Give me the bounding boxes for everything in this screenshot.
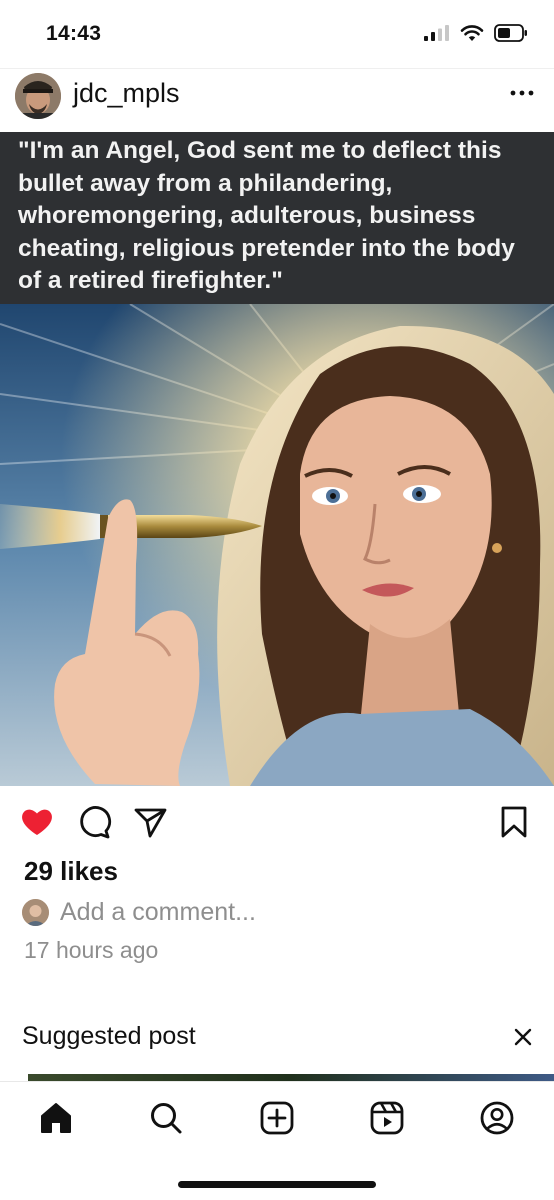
create-icon[interactable] [258, 1099, 296, 1137]
viewer-avatar [22, 898, 49, 926]
search-icon[interactable] [147, 1099, 185, 1137]
more-horizontal-icon[interactable] [508, 83, 536, 103]
status-icons [424, 24, 528, 42]
caption-band: "I'm an Angel, God sent me to deflect th… [0, 132, 554, 304]
status-time: 14:43 [46, 22, 102, 45]
signal-icon [424, 25, 449, 41]
heart-filled-icon[interactable] [19, 804, 55, 840]
comment-input[interactable]: Add a comment... [60, 898, 256, 927]
angel-illustration [0, 304, 554, 786]
post-actions [0, 800, 554, 844]
send-icon[interactable] [132, 804, 168, 840]
profile-icon[interactable] [478, 1099, 516, 1137]
suggested-post-label: Suggested post [22, 1022, 196, 1050]
battery-icon [494, 24, 527, 42]
add-comment-row[interactable]: Add a comment... [22, 896, 256, 928]
wifi-icon [460, 25, 484, 41]
suggested-post-preview[interactable] [28, 1074, 554, 1081]
post-image[interactable]: "I'm an Angel, God sent me to deflect th… [0, 132, 554, 786]
post-username[interactable]: jdc_mpls [73, 78, 180, 109]
reels-icon[interactable] [368, 1099, 406, 1137]
comment-icon[interactable] [76, 804, 112, 840]
tab-bar [0, 1081, 554, 1200]
home-icon[interactable] [37, 1099, 75, 1137]
home-indicator [178, 1181, 376, 1188]
avatar[interactable] [15, 73, 61, 119]
status-bar: 14:43 [0, 0, 554, 64]
close-icon[interactable] [512, 1026, 534, 1048]
bookmark-icon[interactable] [496, 804, 532, 840]
post-image-caption: "I'm an Angel, God sent me to deflect th… [18, 137, 515, 294]
post-timestamp: 17 hours ago [24, 937, 159, 963]
post-header: jdc_mpls [0, 68, 554, 130]
likes-count[interactable]: 29 likes [24, 856, 118, 887]
